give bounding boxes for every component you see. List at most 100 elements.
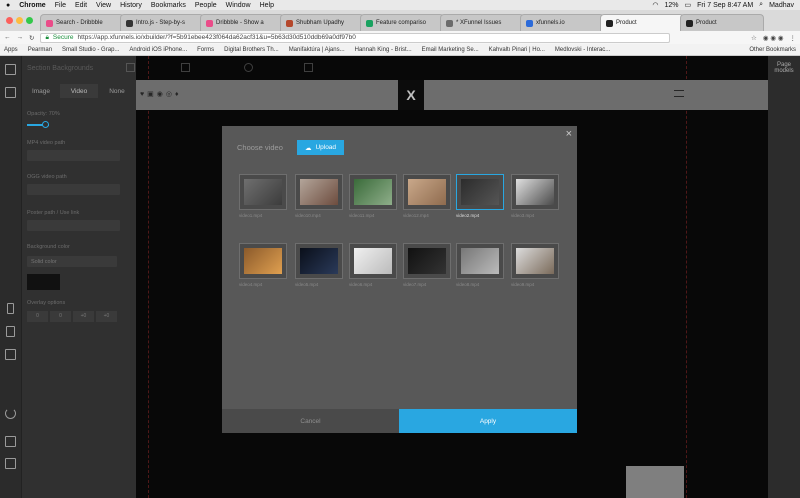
opacity-slider-handle[interactable] [42,121,49,128]
wifi-icon[interactable]: ◠ [652,1,658,9]
clock[interactable]: Fri 7 Sep 8:47 AM [697,2,753,9]
back-icon[interactable]: ← [4,34,11,41]
bookmark-item[interactable]: Pearman [28,47,52,53]
overlay-input[interactable]: 0 [27,311,48,322]
video-thumbnail[interactable] [511,174,559,210]
overlay-input[interactable]: 0 [50,311,71,322]
bookmark-item[interactable]: Hannah King - Brist... [355,47,412,53]
bookmark-item[interactable]: Manifaktúra | Ajans... [289,47,345,53]
user-name[interactable]: Madhav [769,2,794,9]
color-swatch[interactable] [27,274,60,290]
upload-button[interactable]: ☁ Upload [297,140,344,155]
browser-tab[interactable]: Feature compariso [360,14,444,31]
overlay-inputs: 0 0 +0 +0 [27,311,117,322]
macos-menubar: ● Chrome File Edit View History Bookmark… [0,0,800,10]
video-thumbnail[interactable] [511,243,559,279]
browser-tab[interactable]: Product [600,14,684,31]
battery-label[interactable]: 12% [665,2,679,9]
video-thumbnail[interactable] [403,174,451,210]
search-icon[interactable]: ⌕ [759,1,763,9]
menu-icon[interactable]: ⋮ [790,34,800,42]
tab-label: Feature compariso [376,20,427,26]
zoom-window-icon[interactable] [26,17,33,24]
forward-icon[interactable]: → [17,34,24,41]
undo-icon[interactable] [5,408,16,419]
tab-favicon-icon [446,19,453,27]
browser-tab[interactable]: Dribbble - Show a [200,14,284,31]
menu-bookmarks[interactable]: Bookmarks [151,2,186,9]
video-filename: video9.mp4 [511,282,535,287]
browser-tab[interactable]: Shubham Upadhy [280,14,364,31]
mobile-view-icon[interactable] [7,303,14,314]
apply-button[interactable]: Apply [399,409,577,433]
menu-history[interactable]: History [120,2,142,9]
tablet-view-icon[interactable] [6,326,15,337]
reload-icon[interactable]: ↻ [29,34,34,42]
bookmark-item[interactable]: Apps [4,47,18,53]
url-text: https://app.xfunnels.io/xbuilder/?f=5b91… [77,34,356,41]
page-models-label[interactable]: Page models [774,62,793,74]
canvas-tool-icon[interactable] [126,63,135,72]
ogg-path-input[interactable] [27,184,120,195]
close-icon[interactable]: × [566,128,572,140]
layout-icon[interactable] [5,64,16,75]
battery-icon[interactable]: ▭ [685,1,692,9]
bookmark-item[interactable]: Medlovski - Interac... [555,47,610,53]
tab-label: Product [696,20,717,26]
tab-favicon-icon [206,19,213,27]
video-thumbnail[interactable] [239,174,287,210]
video-thumbnail[interactable] [349,243,397,279]
menu-window[interactable]: Window [226,2,251,9]
tab-label: Product [616,20,637,26]
star-icon[interactable]: ☆ [751,34,757,42]
browser-tab[interactable]: Product [680,14,764,31]
other-bookmarks[interactable]: Other Bookmarks [749,47,800,53]
bookmark-item[interactable]: Digital Brothers Th... [224,47,279,53]
video-filename: video12.mp4 [403,213,429,218]
close-window-icon[interactable] [6,17,13,24]
video-preview [244,248,282,274]
browser-tab[interactable]: xfunnels.io [520,14,604,31]
export-icon[interactable] [5,458,16,469]
app-menu[interactable]: Chrome [19,2,45,9]
menu-file[interactable]: File [55,2,66,9]
menu-help[interactable]: Help [260,2,274,9]
add-section-icon[interactable] [5,87,16,98]
mp4-path-input[interactable] [27,150,120,161]
menu-view[interactable]: View [96,2,111,9]
menu-people[interactable]: People [195,2,217,9]
bookmark-item[interactable]: Small Studio - Grap... [62,47,119,53]
extensions-icon[interactable]: ◉ ◉ ◉ [763,34,784,42]
bookmark-item[interactable]: Forms [197,47,214,53]
modal-title: Choose video [237,143,283,152]
browser-tab[interactable]: Intro.js - Step-by-s [120,14,204,31]
video-thumbnail[interactable] [239,243,287,279]
save-icon[interactable] [5,436,16,447]
bookmark-item[interactable]: Android iOS iPhone... [129,47,187,53]
tab-video[interactable]: Video [60,84,98,98]
video-thumbnail[interactable] [456,174,504,210]
menu-edit[interactable]: Edit [75,2,87,9]
poster-path-input[interactable] [27,220,120,231]
video-thumbnail[interactable] [295,174,343,210]
video-thumbnail[interactable] [456,243,504,279]
url-field[interactable]: 🔒︎ Secure https://app.xfunnels.io/xbuild… [40,32,671,43]
minimize-window-icon[interactable] [16,17,23,24]
ogg-label: OGG video path [27,174,67,180]
overlay-input[interactable]: +0 [73,311,94,322]
cancel-button[interactable]: Cancel [222,409,399,433]
desktop-view-icon[interactable] [5,349,16,360]
opacity-label: Opacity: 70% [27,111,60,117]
tab-none[interactable]: None [98,84,136,98]
video-thumbnail[interactable] [295,243,343,279]
apple-icon[interactable]: ● [6,2,10,9]
browser-tab[interactable]: Search - Dribbble [40,14,124,31]
video-thumbnail[interactable] [403,243,451,279]
video-thumbnail[interactable] [349,174,397,210]
tab-image[interactable]: Image [22,84,60,98]
color-type-select[interactable]: Solid color [27,256,117,267]
bookmark-item[interactable]: Email Marketing Se... [422,47,479,53]
browser-tab[interactable]: * XFunnel Issues [440,14,524,31]
overlay-input[interactable]: +0 [96,311,117,322]
bookmark-item[interactable]: Kahvaltı Pinari | Ho... [489,47,545,53]
